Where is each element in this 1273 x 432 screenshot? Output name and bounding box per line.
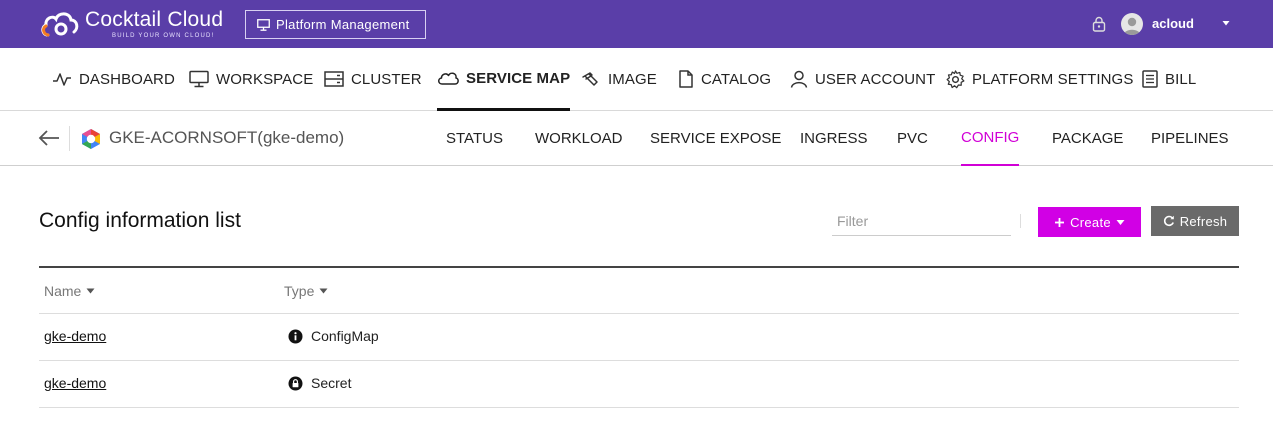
create-button[interactable]: Create — [1038, 207, 1141, 237]
nav-label: WORKSPACE — [216, 70, 314, 88]
tab-package[interactable]: PACKAGE — [1052, 111, 1123, 166]
nav-label: IMAGE — [608, 70, 657, 88]
table-row: gke-demo ConfigMap — [39, 314, 1239, 361]
config-type-label: Secret — [311, 375, 352, 391]
nav-label: BILL — [1165, 70, 1197, 88]
caret-down-icon — [1116, 219, 1125, 225]
server-icon — [324, 71, 344, 87]
tab-status[interactable]: STATUS — [446, 111, 503, 166]
table-header: Name Type — [39, 266, 1239, 314]
config-table: Name Type gke-demo ConfigMap gke-demo Se… — [39, 266, 1239, 408]
column-header-type[interactable]: Type — [284, 283, 328, 299]
wrench-icon — [582, 72, 598, 86]
brand-name: Cocktail Cloud — [85, 8, 224, 31]
cluster-name: GKE-ACORNSOFT(gke-demo) — [109, 128, 345, 147]
nav-label: DASHBOARD — [79, 70, 175, 88]
top-bar: Cocktail Cloud BUILD YOUR OWN CLOUD! Pla… — [0, 0, 1273, 48]
main-nav: DASHBOARD WORKSPACE CLUSTER SERVICE MAP … — [0, 48, 1273, 111]
plus-icon — [1055, 217, 1065, 227]
refresh-label: Refresh — [1179, 213, 1228, 229]
nav-label: USER ACCOUNT — [815, 70, 936, 88]
config-type: ConfigMap — [288, 328, 379, 344]
monitor-icon — [189, 70, 209, 88]
column-header-name[interactable]: Name — [44, 283, 95, 299]
column-label: Name — [44, 283, 82, 299]
nav-item-service-map[interactable]: SERVICE MAP — [437, 48, 571, 111]
nav-item-dashboard[interactable]: DASHBOARD — [52, 48, 175, 110]
nav-item-workspace[interactable]: WORKSPACE — [189, 48, 313, 110]
config-type: Secret — [288, 375, 351, 391]
user-icon — [790, 70, 808, 88]
user-avatar[interactable] — [1121, 13, 1143, 35]
nav-item-cluster[interactable]: CLUSTER — [324, 48, 422, 110]
brand-logo[interactable]: Cocktail Cloud BUILD YOUR OWN CLOUD! — [40, 7, 230, 43]
document-icon — [679, 70, 693, 88]
gear-icon — [946, 69, 965, 88]
cocktail-cloud-logo-icon — [41, 12, 79, 37]
back-arrow-icon[interactable] — [37, 128, 61, 148]
table-row: gke-demo Secret — [39, 361, 1239, 408]
nav-item-image[interactable]: IMAGE — [581, 48, 657, 110]
tab-pvc[interactable]: PVC — [897, 111, 928, 166]
platform-management-button[interactable]: Platform Management — [245, 10, 426, 39]
tab-workload[interactable]: WORKLOAD — [535, 111, 623, 166]
chevron-down-icon[interactable] — [1221, 19, 1231, 27]
monitor-icon — [257, 18, 270, 31]
refresh-icon — [1163, 215, 1174, 227]
lock-icon[interactable] — [1092, 16, 1106, 32]
sub-nav: GKE-ACORNSOFT(gke-demo) STATUS WORKLOAD … — [0, 111, 1273, 166]
platform-management-label: Platform Management — [276, 17, 410, 32]
refresh-button[interactable]: Refresh — [1151, 206, 1239, 236]
receipt-icon — [1142, 70, 1158, 88]
sort-down-icon — [86, 288, 95, 294]
column-label: Type — [284, 283, 315, 299]
nav-label: CLUSTER — [351, 70, 422, 88]
filter-input[interactable] — [832, 206, 1011, 236]
brand-tagline: BUILD YOUR OWN CLOUD! — [112, 33, 215, 39]
pulse-icon — [53, 73, 71, 86]
lock-icon — [288, 376, 303, 390]
nav-item-catalog[interactable]: CATALOG — [678, 48, 771, 110]
create-label: Create — [1070, 214, 1111, 230]
user-avatar-icon — [1123, 17, 1141, 35]
nav-label: PLATFORM SETTINGS — [972, 70, 1134, 88]
sort-down-icon — [319, 288, 328, 294]
cloud-icon — [438, 72, 459, 85]
gke-cluster-icon — [82, 129, 100, 149]
nav-item-user-account[interactable]: USER ACCOUNT — [790, 48, 935, 110]
tab-ingress[interactable]: INGRESS — [800, 111, 868, 166]
page-title: Config information list — [39, 209, 241, 232]
config-name-link[interactable]: gke-demo — [44, 375, 106, 391]
info-icon — [288, 329, 303, 343]
tab-service-expose[interactable]: SERVICE EXPOSE — [650, 111, 781, 166]
nav-item-bill[interactable]: BILL — [1142, 48, 1196, 110]
config-name-link[interactable]: gke-demo — [44, 328, 106, 344]
tab-pipelines[interactable]: PIPELINES — [1151, 111, 1229, 166]
divider — [1020, 214, 1021, 228]
nav-label: CATALOG — [701, 70, 772, 88]
nav-label: SERVICE MAP — [466, 69, 571, 87]
config-type-label: ConfigMap — [311, 328, 379, 344]
tab-config[interactable]: CONFIG — [961, 111, 1020, 166]
username[interactable]: acloud — [1152, 16, 1194, 31]
nav-item-platform-settings[interactable]: PLATFORM SETTINGS — [946, 48, 1133, 110]
divider — [69, 126, 70, 151]
